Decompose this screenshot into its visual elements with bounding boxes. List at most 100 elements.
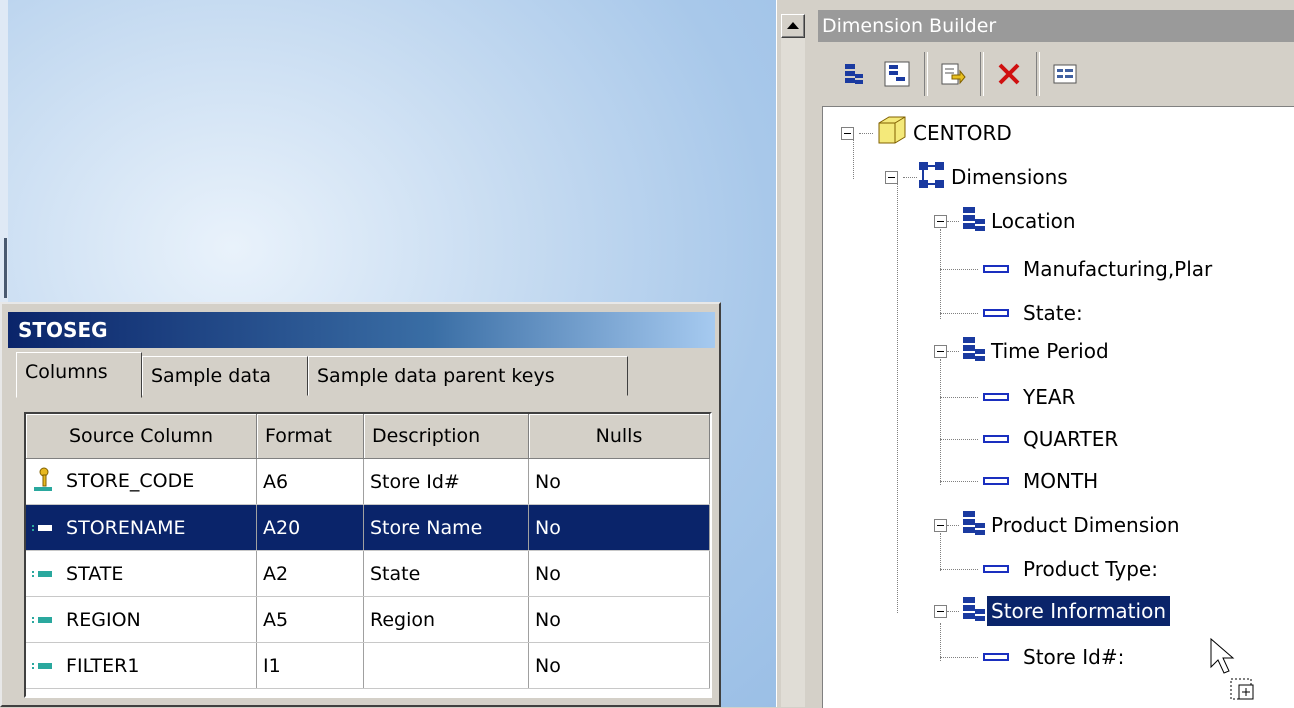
toolbar-separator bbox=[924, 52, 928, 96]
tree-label-time-period: Time Period bbox=[991, 339, 1109, 363]
nulls-cell: No bbox=[528, 596, 710, 643]
tree-line bbox=[940, 623, 941, 661]
source-column-name: REGION bbox=[66, 608, 141, 631]
toolbar-separator bbox=[1036, 52, 1040, 96]
source-column-cell: STORENAME bbox=[26, 504, 257, 551]
source-column-name: FILTER1 bbox=[66, 654, 140, 677]
source-column-cell: FILTER1 bbox=[26, 642, 257, 689]
tree-label-location: Location bbox=[991, 209, 1076, 233]
tree-node-field[interactable]: QUARTER bbox=[983, 419, 1122, 459]
tree-node-location[interactable]: Location bbox=[959, 201, 1080, 241]
arrow-up-icon bbox=[787, 22, 799, 29]
segment-window-title[interactable]: STOSEG bbox=[8, 312, 715, 348]
column-icon bbox=[32, 663, 52, 669]
field-icon bbox=[983, 435, 1009, 443]
tree-label-field: YEAR bbox=[1023, 385, 1076, 409]
tree-line bbox=[947, 525, 959, 526]
properties-icon[interactable] bbox=[1048, 54, 1082, 94]
collapse-toggle[interactable] bbox=[934, 345, 947, 358]
export-icon[interactable] bbox=[936, 54, 970, 94]
drag-copy-cursor-icon bbox=[1209, 637, 1259, 707]
tree-line bbox=[859, 133, 873, 134]
tree-line bbox=[940, 269, 978, 270]
source-column-cell: STATE bbox=[26, 550, 257, 597]
field-icon bbox=[983, 565, 1009, 573]
collapse-toggle[interactable] bbox=[934, 519, 947, 532]
column-header-description[interactable]: Description bbox=[363, 414, 529, 459]
collapse-toggle[interactable] bbox=[841, 127, 854, 140]
cube-icon bbox=[873, 115, 909, 152]
hierarchy-icon bbox=[959, 335, 987, 368]
field-icon bbox=[983, 309, 1009, 317]
format-cell: I1 bbox=[256, 642, 364, 689]
tree-node-field[interactable]: Manufacturing,Plar bbox=[983, 249, 1216, 289]
scroll-track[interactable] bbox=[781, 38, 805, 707]
description-cell: Region bbox=[363, 596, 529, 643]
tree-node-store-information[interactable]: Store Information bbox=[959, 591, 1170, 631]
table-row[interactable]: REGION A5 Region No bbox=[26, 596, 710, 643]
column-header-format[interactable]: Format bbox=[256, 414, 364, 459]
hierarchy-icon bbox=[959, 595, 987, 628]
tree-node-field[interactable]: Product Type: bbox=[983, 549, 1162, 589]
hierarchy-edit-icon[interactable] bbox=[880, 54, 914, 94]
vertical-scrollbar[interactable] bbox=[776, 0, 811, 707]
tab-columns[interactable]: Columns bbox=[16, 352, 142, 398]
source-column-name: STORENAME bbox=[66, 516, 186, 539]
column-header-source[interactable]: Source Column bbox=[26, 414, 257, 459]
tree-label-field: Manufacturing,Plar bbox=[1023, 257, 1213, 281]
tree-node-time-period[interactable]: Time Period bbox=[959, 331, 1113, 371]
tree-node-dimensions[interactable]: Dimensions bbox=[917, 157, 1072, 197]
tree-line bbox=[947, 221, 959, 222]
tree-label-product-dimension: Product Dimension bbox=[991, 513, 1180, 537]
tree-line bbox=[947, 351, 959, 352]
tree-label-field: MONTH bbox=[1023, 469, 1099, 493]
tree-node-product-dimension[interactable]: Product Dimension bbox=[959, 505, 1184, 545]
collapse-toggle[interactable] bbox=[934, 215, 947, 228]
tree-line bbox=[940, 569, 978, 570]
dimensions-icon bbox=[917, 160, 947, 195]
field-icon bbox=[983, 477, 1009, 485]
column-header-nulls[interactable]: Nulls bbox=[528, 414, 710, 459]
tree-line bbox=[940, 359, 941, 485]
tree-line bbox=[853, 139, 854, 179]
tree-line bbox=[940, 313, 978, 314]
tree-label-field: Store Id#: bbox=[1023, 645, 1125, 669]
tab-sample-data-parent-keys[interactable]: Sample data parent keys bbox=[308, 356, 628, 396]
tree-node-field[interactable]: State: bbox=[983, 293, 1087, 333]
columns-grid[interactable]: Source Column Format Description Nulls S… bbox=[24, 412, 712, 698]
field-icon bbox=[983, 653, 1009, 661]
canvas-marker bbox=[4, 238, 7, 298]
scroll-up-button[interactable] bbox=[781, 14, 805, 38]
column-icon bbox=[32, 617, 52, 623]
tree-label-field: Product Type: bbox=[1023, 557, 1158, 581]
tree-node-field[interactable]: YEAR bbox=[983, 377, 1079, 417]
hierarchy-add-icon[interactable] bbox=[836, 54, 870, 94]
nulls-cell: No bbox=[528, 550, 710, 597]
table-row-selected[interactable]: STORENAME A20 Store Name No bbox=[26, 504, 710, 551]
dimension-tree[interactable]: CENTORD Dimensions Location Manufacturin… bbox=[822, 106, 1294, 708]
tree-line bbox=[940, 533, 941, 571]
format-cell: A2 bbox=[256, 550, 364, 597]
tree-label-field: State: bbox=[1023, 301, 1083, 325]
collapse-toggle[interactable] bbox=[885, 171, 898, 184]
tree-line bbox=[940, 481, 978, 482]
tree-node-field[interactable]: MONTH bbox=[983, 461, 1102, 501]
tree-line bbox=[940, 439, 978, 440]
tree-label-store-information: Store Information bbox=[987, 596, 1170, 626]
tree-line bbox=[897, 183, 898, 613]
table-row[interactable]: FILTER1 I1 No bbox=[26, 642, 710, 689]
nulls-cell: No bbox=[528, 458, 710, 505]
field-icon bbox=[983, 393, 1009, 401]
table-row[interactable]: STATE A2 State No bbox=[26, 550, 710, 597]
tree-label-dimensions: Dimensions bbox=[951, 165, 1068, 189]
collapse-toggle[interactable] bbox=[934, 605, 947, 618]
delete-icon[interactable] bbox=[992, 54, 1026, 94]
source-column-cell: STORE_CODE bbox=[26, 458, 257, 505]
tree-line bbox=[947, 611, 959, 612]
tab-sample-data[interactable]: Sample data bbox=[142, 356, 308, 396]
tree-node-field[interactable]: Store Id#: bbox=[983, 637, 1128, 677]
key-icon bbox=[32, 466, 54, 497]
tree-node-root[interactable]: CENTORD bbox=[873, 113, 1016, 153]
table-row[interactable]: STORE_CODE A6 Store Id# No bbox=[26, 458, 710, 505]
description-cell: Store Id# bbox=[363, 458, 529, 505]
